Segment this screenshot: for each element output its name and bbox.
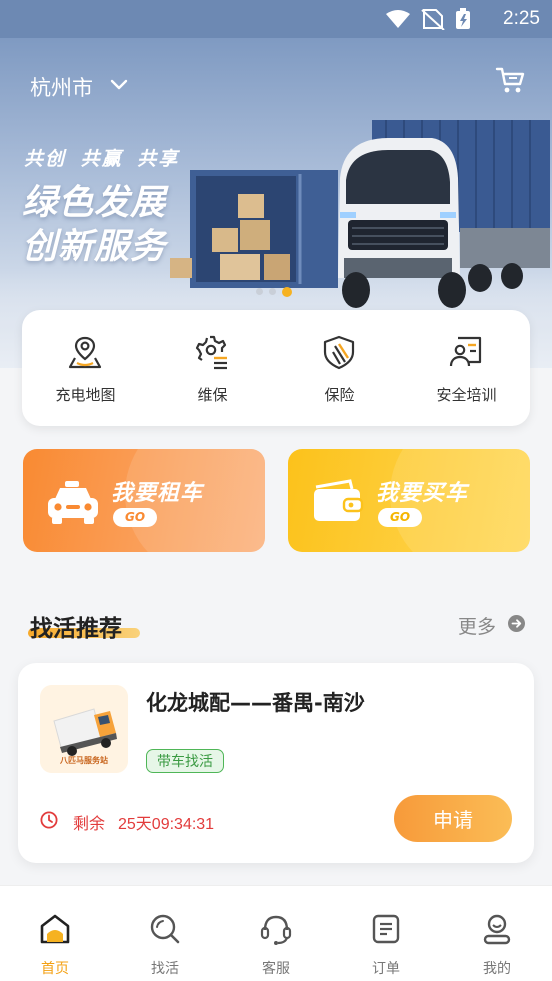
status-bar: 2:25	[0, 0, 552, 38]
rent-car-card[interactable]: 我要租车 GO	[23, 449, 265, 552]
tab-orders[interactable]: 订单	[331, 886, 441, 981]
tab-label: 客服	[262, 960, 290, 976]
tab-label: 找活	[151, 960, 179, 976]
status-time: 2:25	[503, 8, 540, 29]
banner-slogan-line2: 创新服务	[22, 227, 167, 267]
banner-slogan-small: 共创 共赢 共享	[24, 148, 180, 170]
go-badge: GO	[378, 508, 422, 527]
service-charging-map[interactable]: 充电地图	[22, 310, 149, 426]
tab-label: 首页	[41, 960, 69, 976]
job-title: 化龙城配——番禺-南沙	[146, 691, 365, 715]
section-title: 找活推荐	[30, 616, 122, 642]
clock-icon	[40, 811, 58, 829]
headset-icon	[260, 915, 292, 945]
job-thumbnail: 八匹马服务站	[40, 685, 128, 773]
service-label: 充电地图	[55, 387, 116, 404]
car-icon	[48, 481, 98, 524]
tab-find-work[interactable]: 找活	[110, 886, 220, 981]
wifi-icon	[386, 10, 410, 28]
buy-car-card[interactable]: 我要买车 GO	[288, 449, 530, 552]
tab-home[interactable]: 首页	[0, 886, 110, 981]
city-selector[interactable]: 杭州市	[30, 72, 93, 102]
remaining-countdown: 25天09:34:31	[118, 816, 215, 833]
carousel-dot[interactable]	[256, 288, 263, 295]
shield-icon	[323, 335, 355, 370]
map-pin-icon	[68, 336, 102, 369]
service-label: 维保	[197, 387, 228, 404]
tab-label: 我的	[483, 960, 511, 976]
remaining-label: 剩余	[73, 816, 106, 833]
cart-icon[interactable]	[495, 66, 525, 94]
tab-mine[interactable]: 我的	[442, 886, 552, 981]
user-icon	[483, 914, 511, 945]
job-thumbnail-text: 八匹马服务站	[60, 756, 108, 765]
tab-customer-service[interactable]: 客服	[221, 886, 331, 981]
rent-car-title: 我要租车	[111, 481, 204, 506]
service-label: 安全培训	[436, 387, 497, 404]
wallet-icon	[314, 479, 364, 521]
carousel-dot-active[interactable]	[282, 286, 292, 297]
gear-list-icon	[195, 335, 227, 370]
battery-charging-icon	[456, 8, 470, 29]
chevron-down-icon[interactable]	[110, 78, 128, 92]
arrow-right-circle-icon[interactable]	[508, 615, 525, 632]
service-safety-training[interactable]: 安全培训	[403, 310, 530, 426]
service-insurance[interactable]: 保险	[276, 310, 403, 426]
carousel-dot[interactable]	[269, 288, 276, 295]
buy-car-title: 我要买车	[376, 481, 469, 506]
training-icon	[449, 336, 482, 367]
tab-label: 订单	[372, 960, 400, 976]
service-maintenance[interactable]: 维保	[149, 310, 276, 426]
status-icons	[386, 8, 470, 30]
apply-button[interactable]: 申请	[394, 795, 512, 842]
no-sim-icon	[421, 9, 445, 30]
go-badge: GO	[113, 508, 157, 527]
service-label: 保险	[324, 387, 355, 404]
home-icon	[40, 914, 70, 944]
bottom-tab-bar: 首页 找活 客服 订单 我的	[0, 885, 552, 981]
order-icon	[372, 914, 400, 944]
carousel-indicator	[256, 281, 298, 297]
job-tag-badge: 带车找活	[146, 749, 224, 773]
job-card[interactable]: 八匹马服务站 化龙城配——番禺-南沙 带车找活 剩余 25天09:34:31 申…	[18, 663, 534, 863]
truck-illustration	[170, 120, 550, 308]
service-card: 充电地图 维保 保险 安全培训	[22, 310, 530, 426]
more-link[interactable]: 更多	[458, 612, 496, 639]
search-icon	[150, 914, 180, 944]
